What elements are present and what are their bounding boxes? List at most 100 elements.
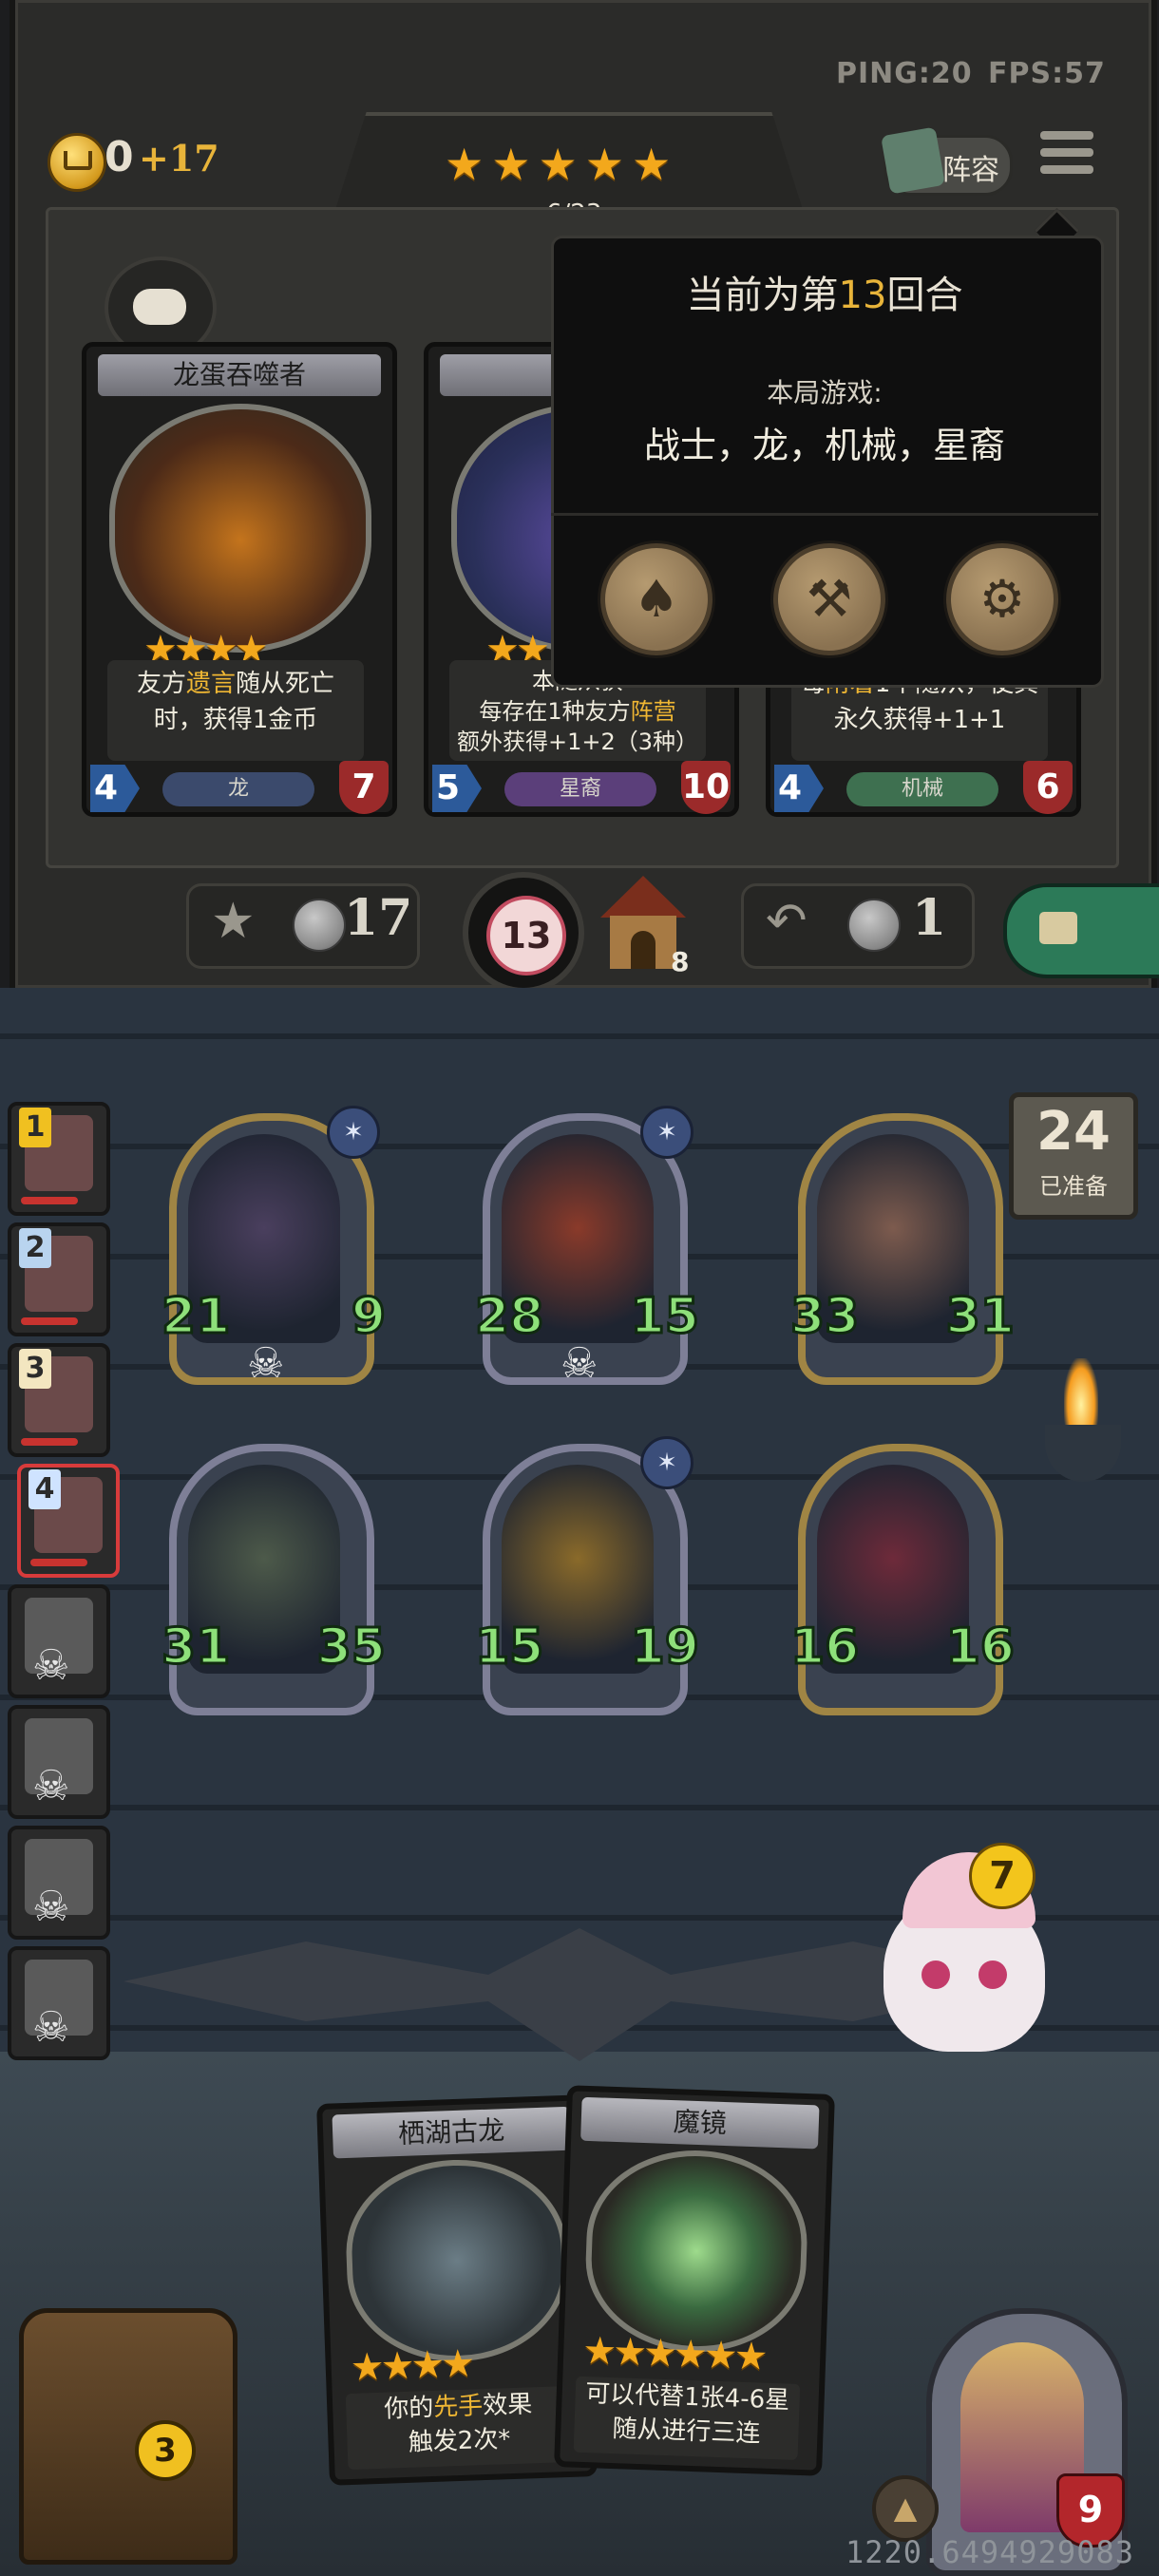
player-slot[interactable]: ☠ xyxy=(8,1705,110,1819)
player-slot[interactable]: 2 xyxy=(8,1222,110,1336)
player-slot[interactable]: 1 xyxy=(8,1102,110,1216)
card-health: 6 xyxy=(1023,761,1073,814)
board-minion[interactable]: 28 15 ☠ ✶ xyxy=(473,1106,701,1388)
player-slot[interactable]: ☠ xyxy=(8,1584,110,1698)
minion-health: 16 xyxy=(944,1618,1016,1677)
axe-icon[interactable]: ⚒ xyxy=(773,543,885,655)
player-slot[interactable]: 3 xyxy=(8,1343,110,1457)
card-stars: ★★★★ xyxy=(349,2341,472,2390)
card-description: 友方遗言随从死亡 时，获得1金币 xyxy=(107,660,364,761)
player-health-bar xyxy=(21,1317,78,1325)
card-portrait xyxy=(109,404,371,653)
round-number: 13 xyxy=(486,896,566,975)
deathrattle-skull-icon: ☠ xyxy=(247,1339,285,1388)
book-icon xyxy=(881,126,945,195)
ping-label: PING:20 xyxy=(836,57,973,90)
shop-card-1[interactable]: 龙蛋吞噬者 ★★★★ 友方遗言随从死亡 时，获得1金币 龙 4 7 xyxy=(82,342,397,817)
hero-power-icon[interactable]: ▲ xyxy=(872,2475,939,2542)
board-minion[interactable]: 16 16 xyxy=(788,1444,1016,1715)
minion-attack: 33 xyxy=(788,1287,860,1347)
player-rank: 3 xyxy=(19,1349,51,1389)
board-minion[interactable]: 15 19 ✶ xyxy=(473,1436,701,1715)
card-description: 可以代替1张4-6星 随从进行三连 xyxy=(573,2376,801,2460)
gold-coin-icon xyxy=(48,133,106,192)
coordinate-readout: 1220.6494929083 xyxy=(846,2534,1134,2570)
skull-icon: ☠ xyxy=(32,1641,70,1690)
barrel-count: 3 xyxy=(135,2420,196,2481)
player-health-bar xyxy=(21,1197,78,1204)
player-health-bar xyxy=(21,1438,78,1446)
card-stars: ★★★★★★ xyxy=(581,2328,766,2379)
popup-divider xyxy=(551,513,1098,516)
card-attack: 4 xyxy=(90,765,140,812)
menu-button[interactable] xyxy=(1040,131,1099,190)
player-slot[interactable]: ☠ xyxy=(8,1946,110,2060)
ready-counter: 24 已准备 xyxy=(1009,1092,1138,1220)
minion-health: 31 xyxy=(944,1287,1016,1347)
minion-health: 35 xyxy=(315,1618,387,1677)
chat-icon xyxy=(133,289,186,325)
card-portrait xyxy=(582,2147,810,2357)
deathrattle-skull-icon: ☠ xyxy=(560,1339,598,1388)
board-minion[interactable]: 33 31 xyxy=(788,1113,1016,1385)
hand-card-2[interactable]: 魔镜 ★★★★★★ 可以代替1张4-6星 随从进行三连 xyxy=(554,2085,835,2476)
player-rank: 4 xyxy=(28,1469,61,1509)
board-minion[interactable]: 21 9 ☠ ✶ xyxy=(160,1106,388,1388)
mascot-eye xyxy=(978,1960,1007,1989)
card-name: 龙蛋吞噬者 xyxy=(98,354,381,396)
minion-attack: 28 xyxy=(473,1287,544,1347)
game-tribes: 战士，龙，机械，星裔 xyxy=(643,425,1005,466)
minion-health: 19 xyxy=(629,1618,700,1677)
torch-flame xyxy=(1064,1358,1098,1425)
refresh-icon: ↶ xyxy=(766,893,808,950)
minion-attack: 21 xyxy=(160,1287,231,1347)
card-name: 魔镜 xyxy=(580,2096,820,2150)
gear-icon[interactable]: ⚙ xyxy=(946,543,1058,655)
lock-shop-button[interactable] xyxy=(1003,883,1159,978)
menu-line xyxy=(1040,165,1093,174)
menu-line xyxy=(1040,131,1093,140)
card-tribe: 龙 xyxy=(162,772,314,806)
minion-health: 15 xyxy=(629,1287,700,1347)
card-health: 10 xyxy=(681,761,731,814)
upgrade-cost: 17 xyxy=(344,889,413,947)
player-rank: 2 xyxy=(19,1228,51,1268)
player-slot[interactable]: 4 xyxy=(17,1464,120,1578)
house-count: 8 xyxy=(671,946,690,977)
gold-gain: +17 xyxy=(139,137,219,180)
skull-icon: ☠ xyxy=(32,2003,70,2052)
card-name: 栖湖古龙 xyxy=(332,2106,571,2159)
card-attack: 5 xyxy=(432,765,482,812)
upgrade-star-icon: ★ xyxy=(211,893,256,950)
coin-icon xyxy=(293,899,346,952)
minion-health: 9 xyxy=(350,1287,387,1347)
game-label: 本局游戏: xyxy=(767,377,883,408)
menu-line xyxy=(1040,148,1093,157)
minion-attack: 16 xyxy=(788,1618,860,1677)
gold-amount: 0 xyxy=(104,133,134,181)
card-tribe: 星裔 xyxy=(504,772,656,806)
ready-label: 已准备 xyxy=(1039,1173,1108,1200)
fps-label: FPS:57 xyxy=(988,57,1106,90)
lock-icon xyxy=(1039,912,1077,944)
mascot-eye xyxy=(922,1960,950,1989)
card-portrait xyxy=(343,2156,571,2365)
skull-icon: ☠ xyxy=(32,1883,70,1931)
coin-icon xyxy=(847,899,901,952)
player-slot[interactable]: ☠ xyxy=(8,1826,110,1940)
barrel[interactable] xyxy=(19,2308,238,2565)
board-minion[interactable]: 31 35 xyxy=(160,1444,388,1715)
card-attack: 4 xyxy=(774,765,824,812)
ready-count: 24 xyxy=(1036,1101,1111,1163)
skull-icon: ☠ xyxy=(32,1762,70,1810)
tavern-stars: ★★★★★ xyxy=(445,139,679,190)
player-health-bar xyxy=(30,1559,87,1566)
round-title: 当前为第13回合 xyxy=(686,274,963,317)
mascot-level-badge: 7 xyxy=(969,1843,1036,1909)
player-rank: 1 xyxy=(19,1108,51,1147)
book-icon[interactable]: ♠ xyxy=(600,543,712,655)
keyword-badge-icon: ✶ xyxy=(640,1106,694,1159)
keyword-badge-icon: ✶ xyxy=(327,1106,380,1159)
card-tribe: 机械 xyxy=(846,772,998,806)
lineup-label: 阵容 xyxy=(942,154,999,187)
